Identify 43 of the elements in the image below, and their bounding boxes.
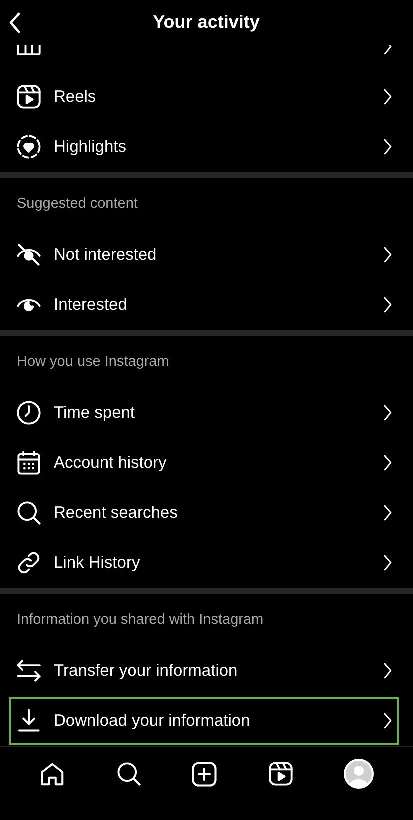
chevron-right-icon xyxy=(383,89,393,105)
nav-button[interactable] xyxy=(344,759,374,789)
section-heading: Information you shared with Instagram xyxy=(16,611,265,630)
avatar-icon xyxy=(344,759,374,789)
chevron-right-icon xyxy=(383,139,393,155)
menu-item[interactable]: Link History xyxy=(0,538,413,588)
menu-item[interactable]: Transfer your information xyxy=(0,646,413,696)
chevron-right-icon xyxy=(383,555,393,571)
nav-button[interactable] xyxy=(268,761,294,787)
menu-item[interactable]: Account history xyxy=(0,438,413,488)
nav-button[interactable] xyxy=(116,761,142,787)
transfer-icon xyxy=(16,658,42,684)
reels-icon xyxy=(16,84,42,110)
download-icon xyxy=(16,708,42,734)
menu-item[interactable]: Download your information xyxy=(8,696,400,746)
menu-item[interactable]: Recent searches xyxy=(0,488,413,538)
nav-button[interactable] xyxy=(191,760,218,788)
link-icon xyxy=(16,550,42,576)
clock-icon xyxy=(16,400,42,426)
menu-item[interactable]: Interested xyxy=(0,280,413,330)
home-icon xyxy=(38,760,66,788)
chevron-right-icon xyxy=(383,713,393,729)
menu-item[interactable]: Reels xyxy=(0,72,413,122)
page-title: Your activity xyxy=(153,12,260,33)
search-icon xyxy=(16,500,42,526)
menu-item[interactable]: Not interested xyxy=(0,230,413,280)
chevron-right-icon xyxy=(383,663,393,679)
reels-icon xyxy=(268,761,294,787)
nav-button[interactable] xyxy=(38,760,66,788)
menu-item[interactable]: Time spent xyxy=(0,388,413,438)
section-heading: Suggested content xyxy=(16,195,139,214)
chevron-right-icon xyxy=(383,297,393,313)
search-icon xyxy=(116,761,142,787)
menu-item[interactable]: Highlights xyxy=(0,122,413,172)
chevron-right-icon xyxy=(383,505,393,521)
chevron-right-icon xyxy=(383,405,393,421)
calendar-icon xyxy=(16,450,42,476)
chevron-right-icon xyxy=(383,247,393,263)
back-icon[interactable] xyxy=(8,12,22,34)
eye-off-icon xyxy=(16,242,42,268)
section-heading: How you use Instagram xyxy=(16,353,170,372)
plus-square-icon xyxy=(191,760,218,788)
chevron-right-icon xyxy=(383,455,393,471)
